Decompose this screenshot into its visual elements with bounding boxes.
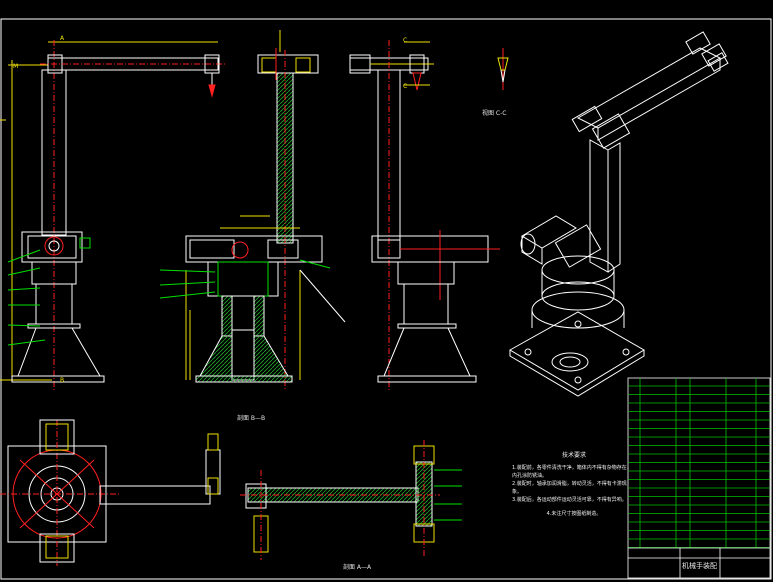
label-c-bottom: C <box>403 83 408 90</box>
front-view <box>0 40 225 390</box>
label-a-top: A <box>60 35 65 42</box>
tech-line-1: 1.装配前，各零件清洗干净，箱体内不得有杂物存在，内孔涂防锈油。 <box>512 465 632 479</box>
parts-list-table <box>627 377 771 579</box>
section-bb-view <box>159 30 346 390</box>
tech-line-4: 4.未注尺寸按图纸制造。 <box>546 511 602 517</box>
label-b-left: B <box>60 377 65 384</box>
section-aa-view <box>0 419 462 566</box>
view-cc-label: 视图 C-C <box>482 110 507 117</box>
section-bb-label: 剖面 B—B <box>237 415 266 422</box>
tech-line-3: 3.装配后，各运动部件运动灵活可靠，不得有异响。 <box>512 497 627 503</box>
label-m: M <box>13 63 19 70</box>
section-aa-label: 剖面 A—A <box>343 564 372 571</box>
side-view <box>349 40 509 390</box>
title-block-name: 机械手装配 <box>682 562 717 570</box>
technical-requirements: 技术要求 1.装配前，各零件清洗干净，箱体内不得有杂物存在，内孔涂防锈油。 2.… <box>512 452 636 518</box>
isometric-view <box>508 31 729 397</box>
label-c-top: C <box>403 37 408 44</box>
tech-title: 技术要求 <box>561 452 586 459</box>
cad-drawing-sheet <box>0 18 772 580</box>
tech-line-2: 2.装配时，轴承加润滑脂，转动灵活，不得有卡滞现象。 <box>512 481 627 495</box>
